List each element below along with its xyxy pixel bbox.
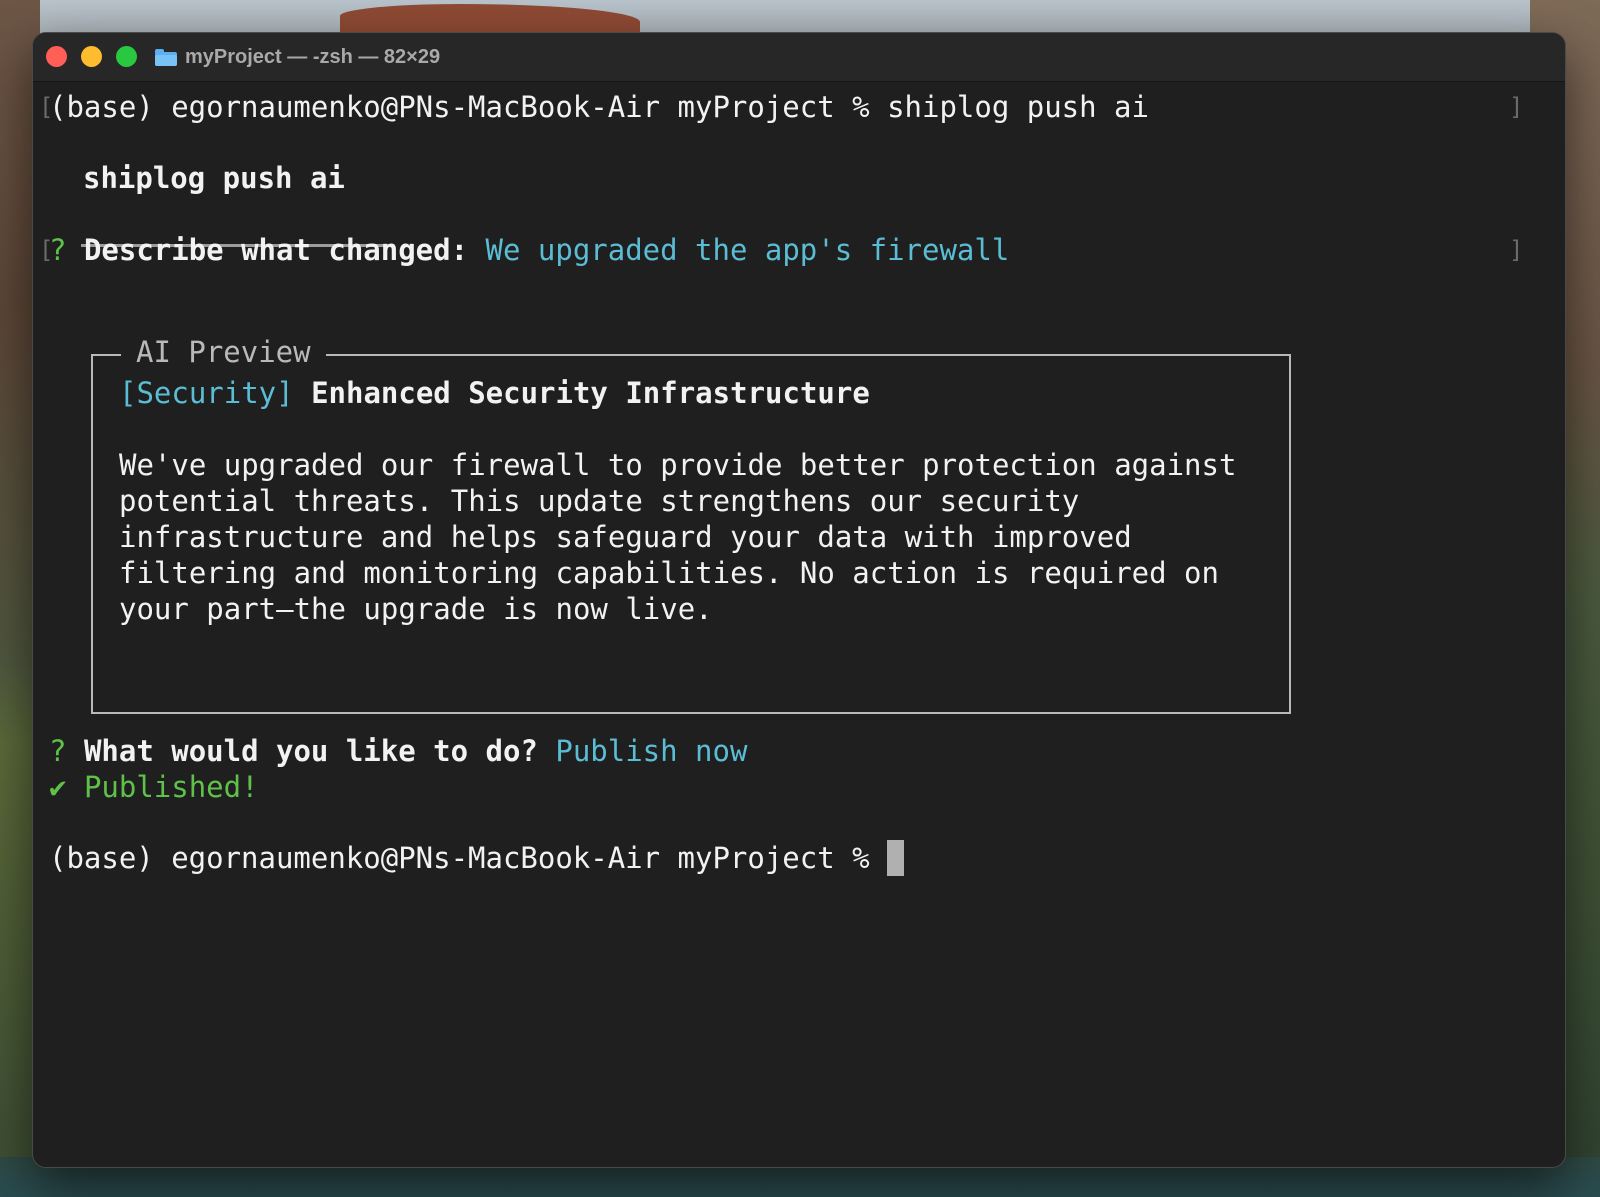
command-header: shiplog push ai — [83, 161, 345, 195]
question-label: Describe what changed: — [83, 233, 469, 267]
checkmark-icon: ✔ — [49, 770, 67, 804]
terminal-output[interactable]: [ ] (base) egornaumenko@PNs-MacBook-Air … — [33, 81, 1565, 1167]
prompt-text: (base) egornaumenko@PNs-MacBook-Air myPr… — [49, 90, 888, 124]
success-line: ✔ Published! — [49, 769, 259, 805]
success-text: Published! — [83, 770, 259, 804]
question-action: ? What would you like to do? Publish now — [49, 733, 747, 769]
preview-body-line: potential threats. This update strengthe… — [119, 484, 1080, 518]
question-describe: ? Describe what changed: We upgraded the… — [49, 232, 1009, 268]
preview-body-line: filtering and monitoring capabilities. N… — [119, 556, 1219, 590]
category-tag: [Security] — [119, 376, 294, 410]
question-answer: Publish now — [555, 734, 748, 768]
prompt-text: (base) egornaumenko@PNs-MacBook-Air myPr… — [49, 841, 888, 875]
preview-heading: Enhanced Security Infrastructure — [311, 376, 870, 410]
mark-bracket-right: ] — [1509, 93, 1524, 121]
window-title-text: myProject — -zsh — 82×29 — [185, 45, 441, 68]
command-line-1: (base) egornaumenko@PNs-MacBook-Air myPr… — [49, 89, 1149, 125]
text-cursor — [887, 840, 905, 876]
mark-bracket-right-2: ] — [1509, 236, 1524, 264]
zoom-button[interactable] — [116, 46, 137, 67]
question-answer: We upgraded the app's firewall — [485, 233, 1010, 267]
command-text: shiplog push ai — [887, 90, 1149, 124]
command-line-2[interactable]: (base) egornaumenko@PNs-MacBook-Air myPr… — [49, 840, 905, 876]
window-title: myProject — -zsh — 82×29 — [155, 33, 440, 81]
preview-body-line: infrastructure and helps safeguard your … — [119, 520, 1132, 554]
minimize-button[interactable] — [81, 46, 102, 67]
close-button[interactable] — [46, 46, 67, 67]
title-bar[interactable]: myProject — -zsh — 82×29 — [33, 33, 1565, 82]
question-mark: ? — [49, 734, 67, 768]
preview-heading-line: [Security] Enhanced Security Infrastruct… — [119, 375, 870, 411]
terminal-window[interactable]: myProject — -zsh — 82×29 [ ] (base) egor… — [32, 32, 1566, 1168]
preview-body-line: We've upgraded our firewall to provide b… — [119, 448, 1237, 482]
preview-body-line: your part—the upgrade is now live. — [119, 592, 713, 626]
ai-preview-title: AI Preview — [121, 334, 326, 370]
wallpaper-ridge — [340, 4, 640, 34]
question-mark: ? — [49, 233, 67, 267]
folder-icon — [155, 48, 177, 66]
question-label: What would you like to do? — [83, 734, 538, 768]
